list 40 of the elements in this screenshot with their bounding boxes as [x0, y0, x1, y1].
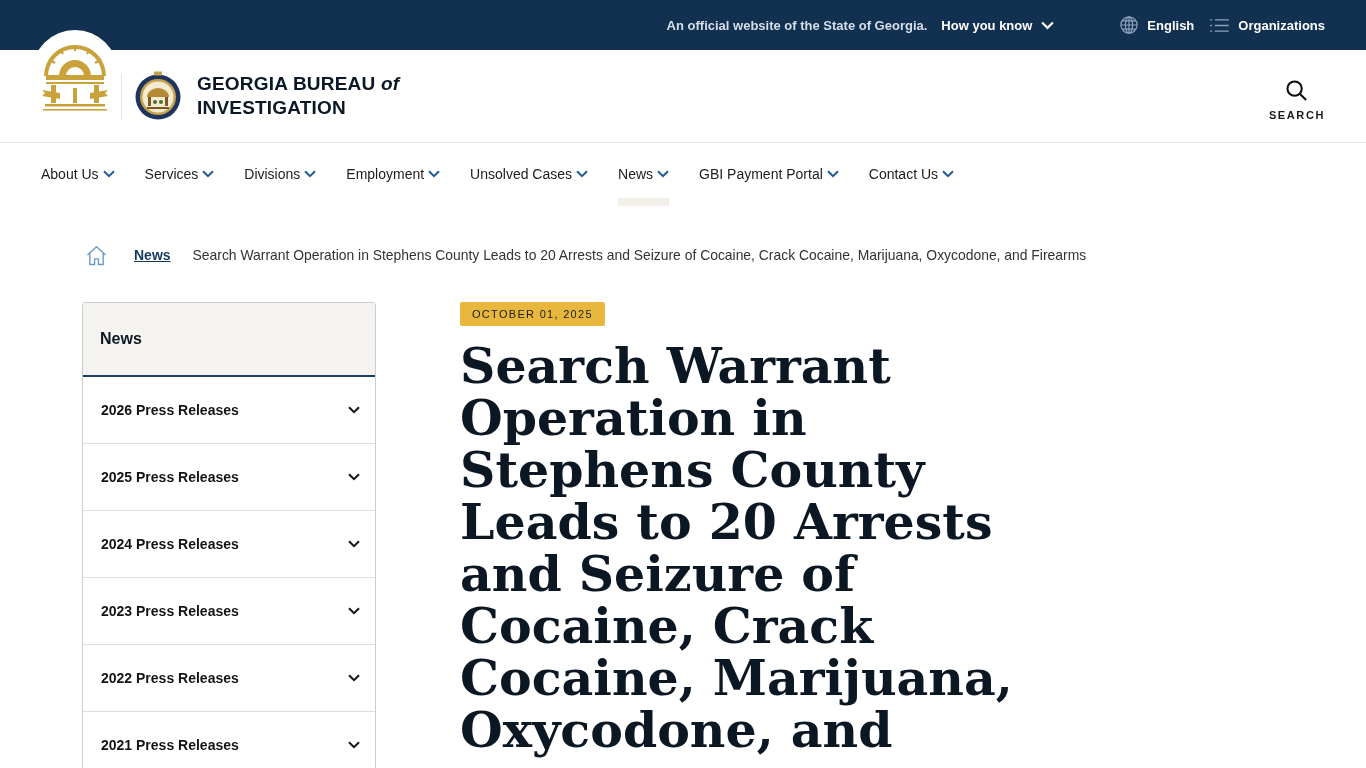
search-button[interactable]: SEARCH [1268, 79, 1325, 121]
chevron-down-icon [102, 170, 115, 178]
chevron-down-icon [348, 540, 360, 548]
globe-icon [1120, 16, 1139, 34]
language-button[interactable]: English [1120, 16, 1195, 34]
official-notice: An official website of the State of Georgia. [666, 17, 928, 33]
nav-menu-item[interactable]: Divisions [244, 143, 317, 206]
article-headline: Search Warrant Operation in Stephens County Leads to 20 Arrests and Seizure of Cocaine, Crack Cocaine, Marijuana, Oxycodone, and [460, 340, 1014, 756]
site-title: GEORGIA BUREAU of INVESTIGATION [197, 72, 400, 120]
breadcrumb-link[interactable]: News [134, 247, 171, 263]
nav-menu-item[interactable]: Services [144, 143, 215, 206]
nav-menu-item[interactable]: About Us [41, 143, 115, 206]
chevron-down-icon [942, 170, 955, 178]
chevron-down-icon [202, 170, 215, 178]
seal-logo [135, 71, 181, 121]
nav-menu-item[interactable]: GBI Payment Portal [699, 143, 839, 206]
chevron-down-icon [348, 674, 360, 682]
list-icon [1210, 18, 1230, 32]
search-icon [1286, 79, 1308, 101]
nav-menu-item[interactable]: Employment [346, 143, 441, 206]
chevron-down-icon [1041, 20, 1055, 30]
chevron-down-icon [348, 741, 360, 749]
chevron-down-icon [348, 607, 360, 615]
chevron-down-icon [348, 406, 360, 414]
home-link[interactable] [86, 244, 107, 266]
chevron-down-icon [576, 170, 589, 178]
organizations-button[interactable]: Organizations [1210, 17, 1325, 33]
chevron-down-icon [826, 170, 839, 178]
nav-menu-item[interactable]: Contact Us [868, 143, 955, 206]
chevron-down-icon [428, 170, 441, 178]
sidebar-title: News [83, 303, 375, 377]
breadcrumb-current: Search Warrant Operation in Stephens County Leads to 20 Arrests and Seizure of Cocaine, Crack Cocaine, Marijuana, Oxycodone, and Firearms [192, 247, 1087, 263]
home-icon [86, 244, 107, 266]
nav-menu-item[interactable]: News [618, 143, 670, 206]
chevron-down-icon [348, 473, 360, 481]
nav-menu-item[interactable]: Unsolved Cases [470, 143, 589, 206]
date-badge: OCTOBER 01, 2025 [460, 302, 605, 326]
how-you-know-button[interactable]: How you know [941, 17, 1055, 33]
chevron-down-icon [304, 170, 317, 178]
chevron-down-icon [657, 170, 670, 178]
